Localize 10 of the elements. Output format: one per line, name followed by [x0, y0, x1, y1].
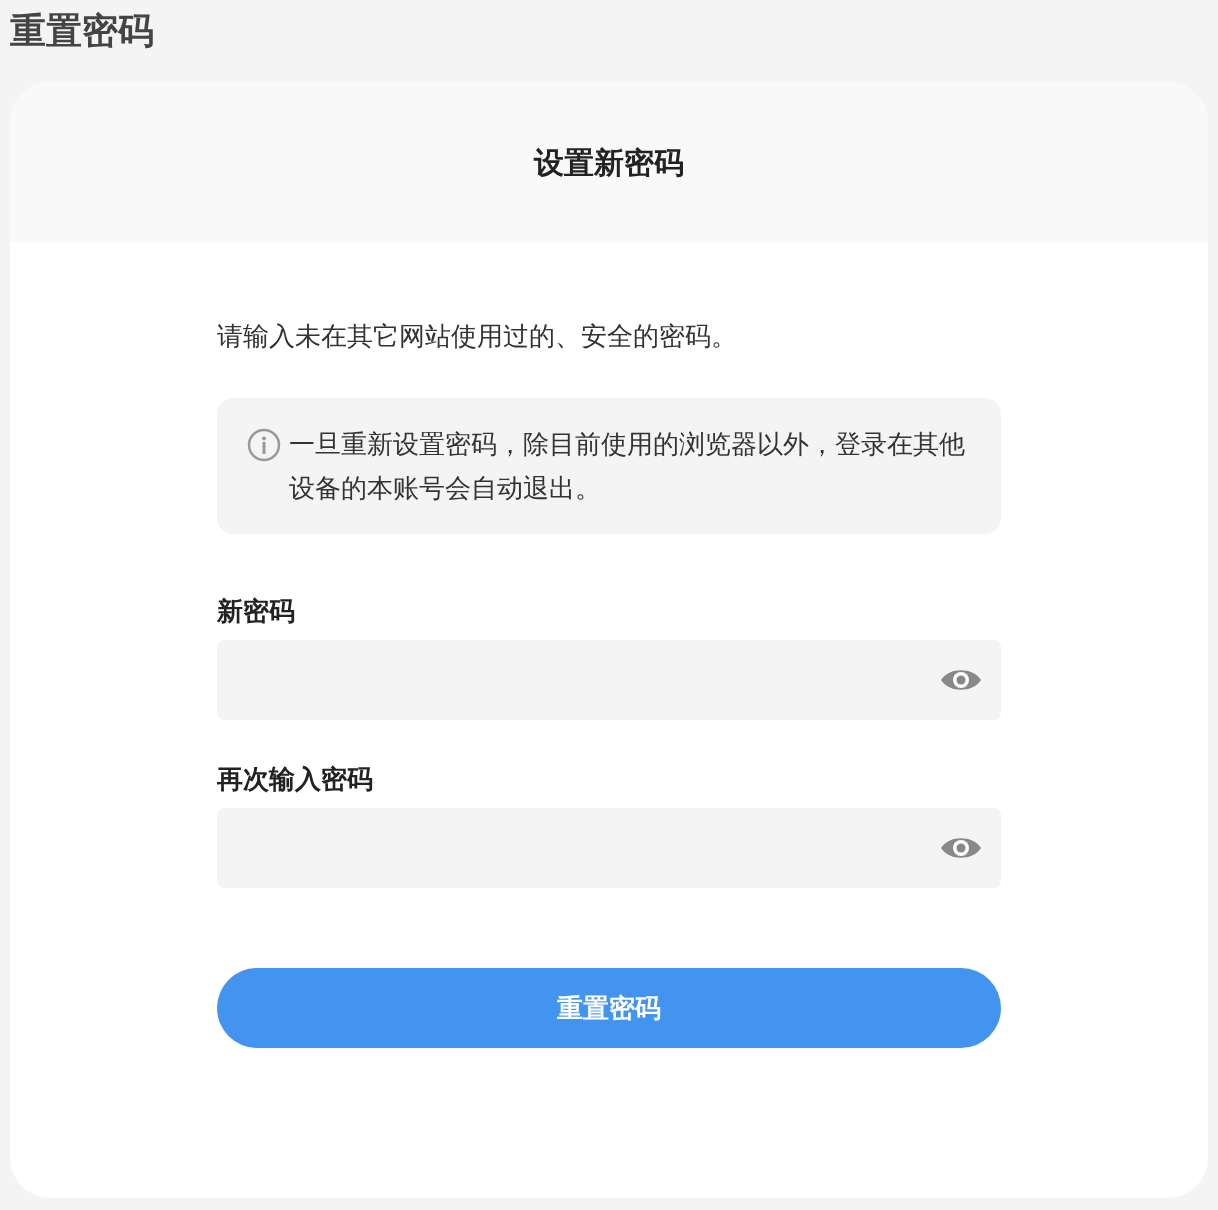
card-title: 设置新密码: [534, 143, 684, 182]
password-field[interactable]: [217, 808, 1001, 888]
field-label: 新密码: [217, 596, 296, 626]
field-label: 再次输入密码: [217, 764, 374, 794]
reset-password-button[interactable]: 重置密码: [217, 968, 1001, 1048]
intro-text: 请输入未在其它网站使用过的、安全的密码。: [217, 320, 738, 353]
page-title: 重置密码: [10, 13, 154, 49]
password-field[interactable]: [217, 640, 1001, 720]
notice-text: 一旦重新设置密码，除目前使用的浏览器以外，登录在其他设备的本账号会自动退出。: [289, 428, 966, 505]
info-icon: [247, 428, 281, 462]
